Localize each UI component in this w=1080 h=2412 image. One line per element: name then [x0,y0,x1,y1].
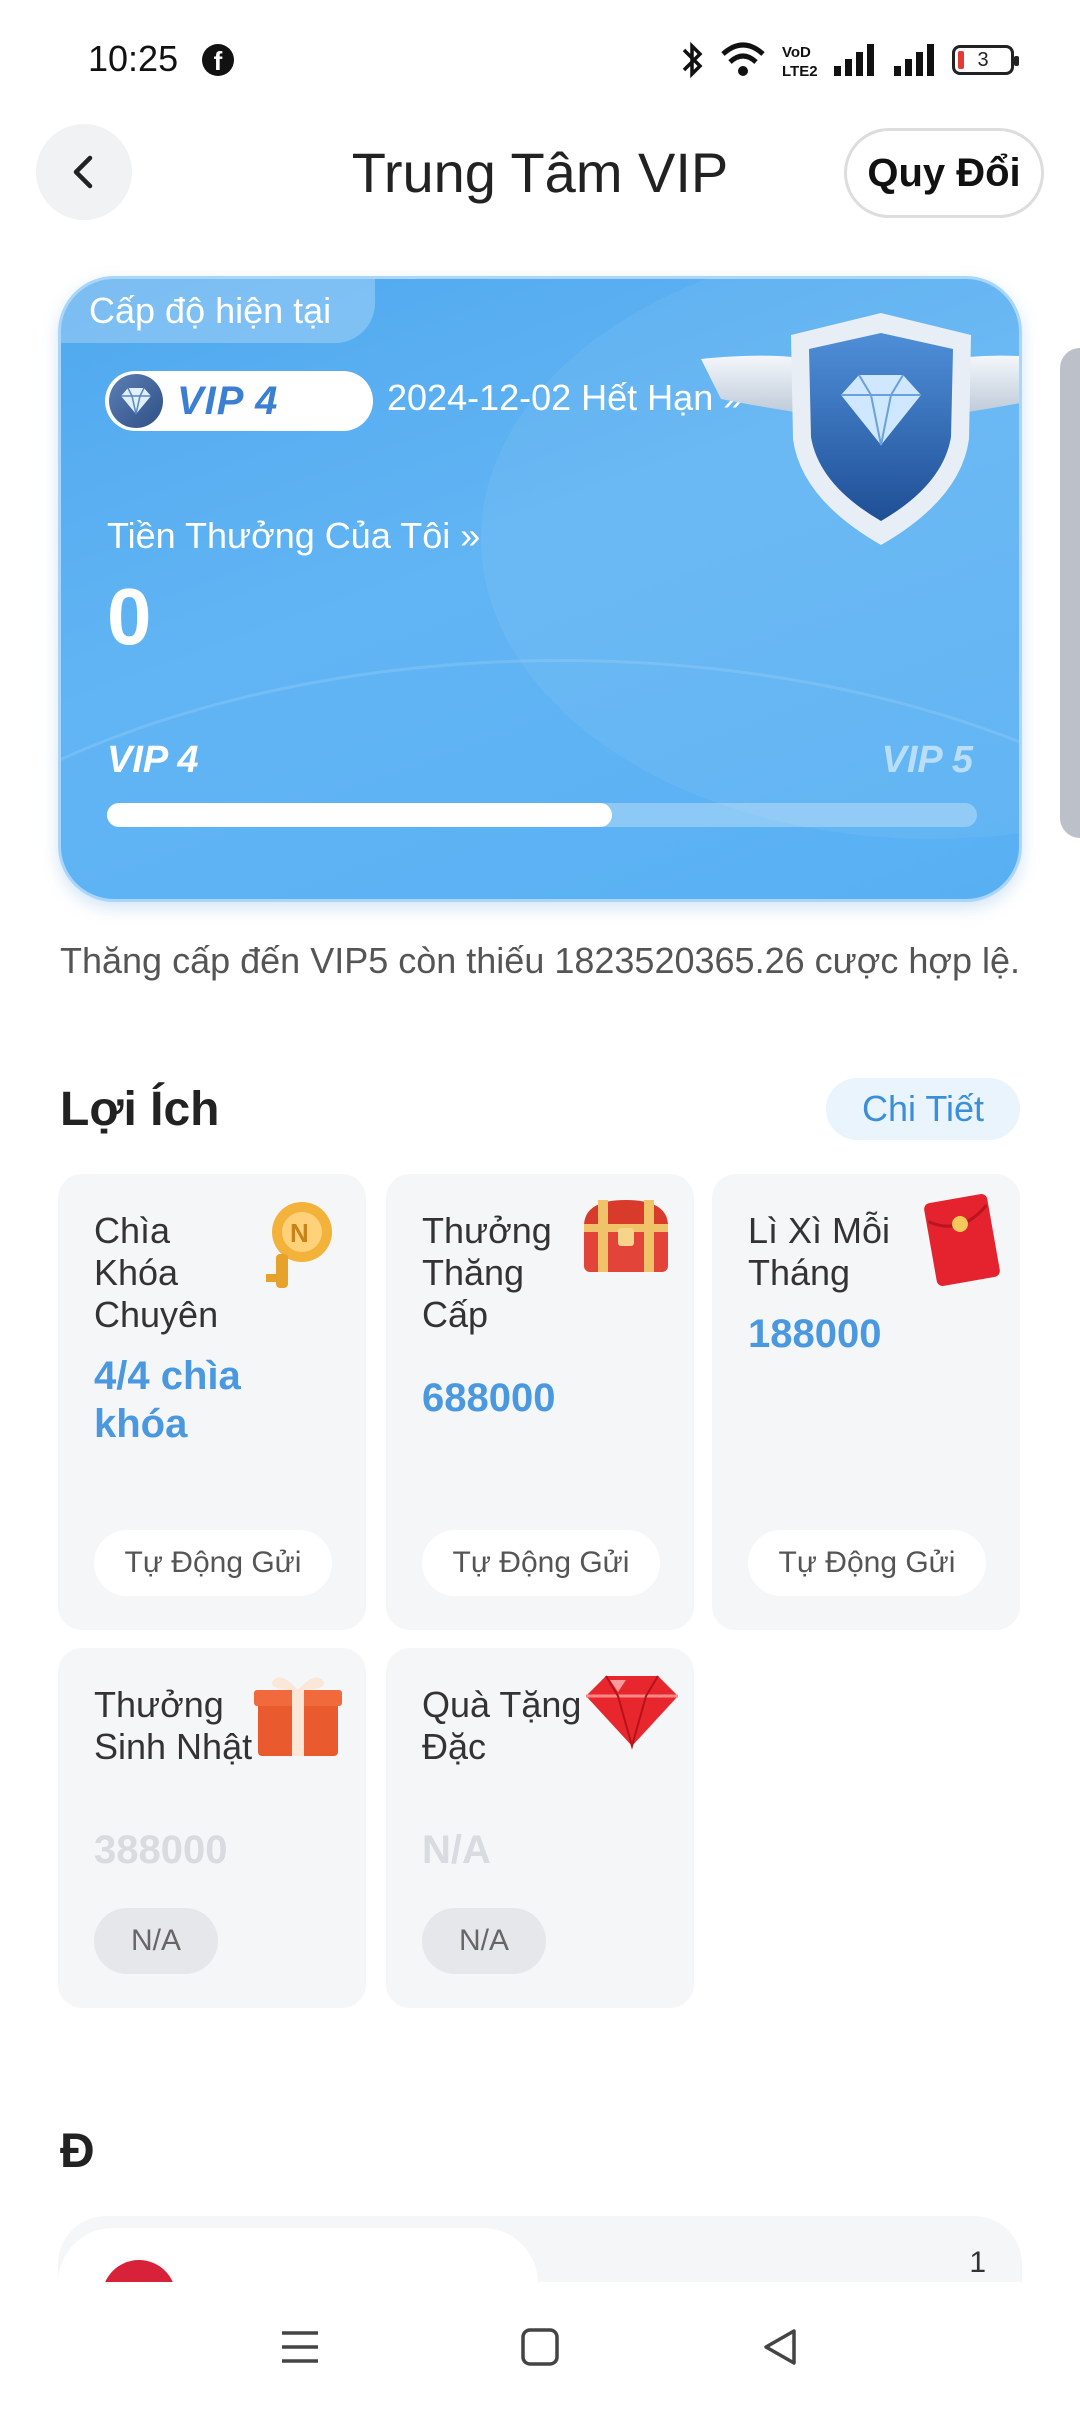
vip-card[interactable]: Cấp độ hiện tại VIP 4 2024-12-02 Hết Hạn… [58,276,1022,902]
wifi-icon [721,42,765,76]
benefit-title: Lì Xì Mỗi Tháng [748,1210,891,1293]
benefit-card-monthly[interactable]: Lì Xì Mỗi Tháng 188000 Tự Động Gửi [712,1174,1020,1630]
na-button[interactable]: N/A [422,1908,546,1974]
vip-badge: VIP 4 [105,371,373,431]
benefit-card-special[interactable]: Quà Tặng Đặc N/A N/A [386,1648,694,2008]
next-card-peek[interactable] [1060,348,1080,838]
benefit-value: 388000 [94,1828,228,1872]
battery-icon: 3 [952,45,1019,75]
current-level-tag: Cấp độ hiện tại [61,279,376,343]
bluetooth-icon [682,41,703,79]
svg-text:N: N [290,1218,309,1248]
volte-icon: VoD LTE2 [782,44,818,80]
section-title: Đ [60,2125,95,2178]
card-decoration [61,659,1019,899]
current-vip-level: VIP 4 [107,739,199,781]
vip-badge-label: VIP 4 [177,378,279,423]
svg-text:VoD: VoD [782,44,811,61]
home-button[interactable] [510,2317,570,2377]
benefit-value: 188000 [748,1312,882,1356]
svg-text:LTE2: LTE2 [782,63,818,80]
square-icon [521,2328,559,2366]
vip-progress-fill [107,803,612,827]
golden-key-icon: N [266,1202,332,1288]
benefit-card-upgrade[interactable]: Thưởng Thăng Cấp 688000 Tự Động Gửi [386,1174,694,1630]
benefit-value: 688000 [422,1376,556,1420]
menu-icon [282,2331,318,2363]
facebook-icon: f [202,44,234,76]
ruby-gem-icon [586,1675,678,1750]
upgrade-note: Thăng cấp đến VIP5 còn thiếu 1823520365.… [60,940,1020,981]
benefit-value: N/A [422,1828,491,1872]
my-bonus-link[interactable]: Tiền Thưởng Của Tôi » [107,515,480,557]
row-number: 1 [969,2246,986,2279]
benefit-card-key[interactable]: Chìa Khóa Chuyên 4/4 chìa khóa Tự Động G… [58,1174,366,1630]
diamond-icon [109,374,163,428]
recent-apps-button[interactable] [270,2317,330,2377]
gift-box-icon [254,1677,342,1756]
na-button[interactable]: N/A [94,1908,218,1974]
auto-send-button[interactable]: Tự Động Gửi [94,1530,332,1596]
system-nav-bar [0,2282,1080,2412]
red-envelope-icon [924,1194,1000,1286]
detail-button[interactable]: Chi Tiết [826,1078,1020,1140]
status-icons: VoD LTE2 3 [680,40,1019,80]
status-time: 10:25 [88,38,179,79]
benefits-title: Lợi Ích [60,1083,220,1136]
benefit-title: Quà Tặng Đặc [422,1684,582,1767]
vip-shield-icon [701,313,1019,545]
redeem-button[interactable]: Quy Đổi [844,128,1044,218]
benefit-value: 4/4 chìa khóa [94,1354,241,1446]
benefit-title: Chìa Khóa Chuyên [94,1210,219,1335]
auto-send-button[interactable]: Tự Động Gửi [748,1530,986,1596]
signal-icon [834,44,874,76]
back-nav-button[interactable] [750,2317,810,2377]
triangle-back-icon [764,2329,796,2365]
bonus-value: 0 [107,572,152,661]
benefit-title: Thưởng Sinh Nhật [94,1684,253,1767]
vip-progress-bar [107,803,977,827]
next-vip-level: VIP 5 [881,739,973,781]
signal-icon [894,44,934,76]
status-bar: 10:25 f VoD LTE2 3 [0,0,1080,120]
treasure-chest-icon [584,1200,668,1272]
benefit-card-birthday[interactable]: Thưởng Sinh Nhật 388000 N/A [58,1648,366,2008]
auto-send-button[interactable]: Tự Động Gửi [422,1530,660,1596]
benefit-title: Thưởng Thăng Cấp [422,1210,552,1335]
